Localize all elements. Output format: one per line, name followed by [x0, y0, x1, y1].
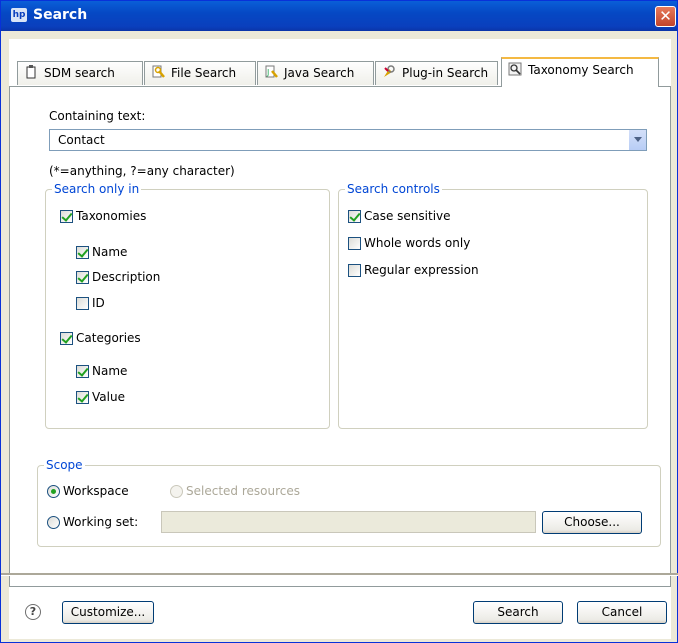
tab-label: File Search	[171, 66, 237, 80]
scope-group: Scope	[37, 458, 661, 547]
tab-file-search[interactable]: File Search	[144, 61, 256, 85]
close-button[interactable]: ✕	[655, 6, 676, 27]
containing-text-value: Contact	[58, 133, 105, 147]
tab-strip: SDM search File Search J Java Search Plu…	[9, 39, 671, 89]
case-sensitive-label: Case sensitive	[364, 209, 451, 223]
taxonomy-description-checkbox[interactable]	[76, 271, 89, 284]
tab-sdm-search[interactable]: SDM search	[17, 61, 143, 85]
working-set-label: Working set:	[63, 515, 139, 529]
workspace-radio[interactable]	[47, 485, 60, 498]
java-search-icon: J	[264, 64, 278, 78]
working-set-radio[interactable]	[47, 516, 60, 529]
categories-checkbox[interactable]	[60, 332, 73, 345]
taxonomy-name-label: Name	[92, 245, 128, 259]
taxonomy-id-label: ID	[92, 296, 105, 310]
tab-taxonomy-search[interactable]: Taxonomy Search	[501, 57, 659, 87]
selected-resources-label: Selected resources	[186, 484, 300, 498]
footer-separator	[1, 573, 678, 576]
containing-text-hint: (*=anything, ?=any character)	[49, 164, 235, 178]
selected-resources-radio[interactable]	[170, 485, 183, 498]
tab-plugin-search[interactable]: Plug-in Search	[375, 61, 498, 85]
search-controls-group: Search controls	[338, 182, 648, 429]
whole-words-checkbox[interactable]	[348, 237, 361, 250]
taxonomy-id-checkbox[interactable]	[76, 297, 89, 310]
chevron-down-icon[interactable]	[628, 130, 646, 150]
case-sensitive-checkbox[interactable]	[348, 210, 361, 223]
whole-words-label: Whole words only	[364, 236, 471, 250]
tab-label: Plug-in Search	[402, 66, 489, 80]
cancel-button[interactable]: Cancel	[577, 601, 667, 624]
window-title: Search	[33, 7, 88, 23]
containing-text-label: Containing text:	[49, 109, 146, 123]
tab-label: Java Search	[284, 66, 355, 80]
file-search-icon	[151, 64, 165, 78]
sdm-search-icon	[24, 64, 38, 79]
tab-label: Taxonomy Search	[528, 63, 634, 77]
choose-button[interactable]: Choose...	[542, 511, 642, 534]
search-button[interactable]: Search	[473, 601, 563, 624]
category-value-label: Value	[92, 390, 125, 404]
group-title: Scope	[44, 458, 85, 472]
tab-java-search[interactable]: J Java Search	[257, 61, 374, 85]
group-title: Search only in	[52, 182, 142, 196]
taxonomies-checkbox[interactable]	[60, 210, 73, 223]
category-name-label: Name	[92, 364, 128, 378]
taxonomy-search-icon	[508, 61, 522, 76]
plugin-search-icon	[382, 64, 396, 78]
taxonomy-name-checkbox[interactable]	[76, 246, 89, 259]
regular-expression-label: Regular expression	[364, 263, 479, 277]
taxonomies-label: Taxonomies	[76, 209, 147, 223]
tab-label: SDM search	[44, 66, 115, 80]
categories-label: Categories	[76, 331, 141, 345]
group-title: Search controls	[345, 182, 442, 196]
workspace-label: Workspace	[63, 484, 129, 498]
working-set-field[interactable]	[161, 511, 536, 533]
help-icon[interactable]: ?	[25, 604, 41, 620]
title-bar[interactable]: hp Search ✕	[1, 1, 677, 31]
app-icon: hp	[11, 8, 27, 22]
regular-expression-checkbox[interactable]	[348, 264, 361, 277]
dialog-content: SDM search File Search J Java Search Plu…	[9, 39, 671, 639]
svg-text:J: J	[266, 68, 269, 77]
category-name-checkbox[interactable]	[76, 365, 89, 378]
customize-button[interactable]: Customize...	[62, 601, 154, 624]
taxonomy-description-label: Description	[92, 270, 161, 284]
search-dialog: hp Search ✕ SDM search File Search J Jav…	[0, 0, 678, 643]
containing-text-combobox[interactable]: Contact	[49, 129, 647, 151]
category-value-checkbox[interactable]	[76, 391, 89, 404]
